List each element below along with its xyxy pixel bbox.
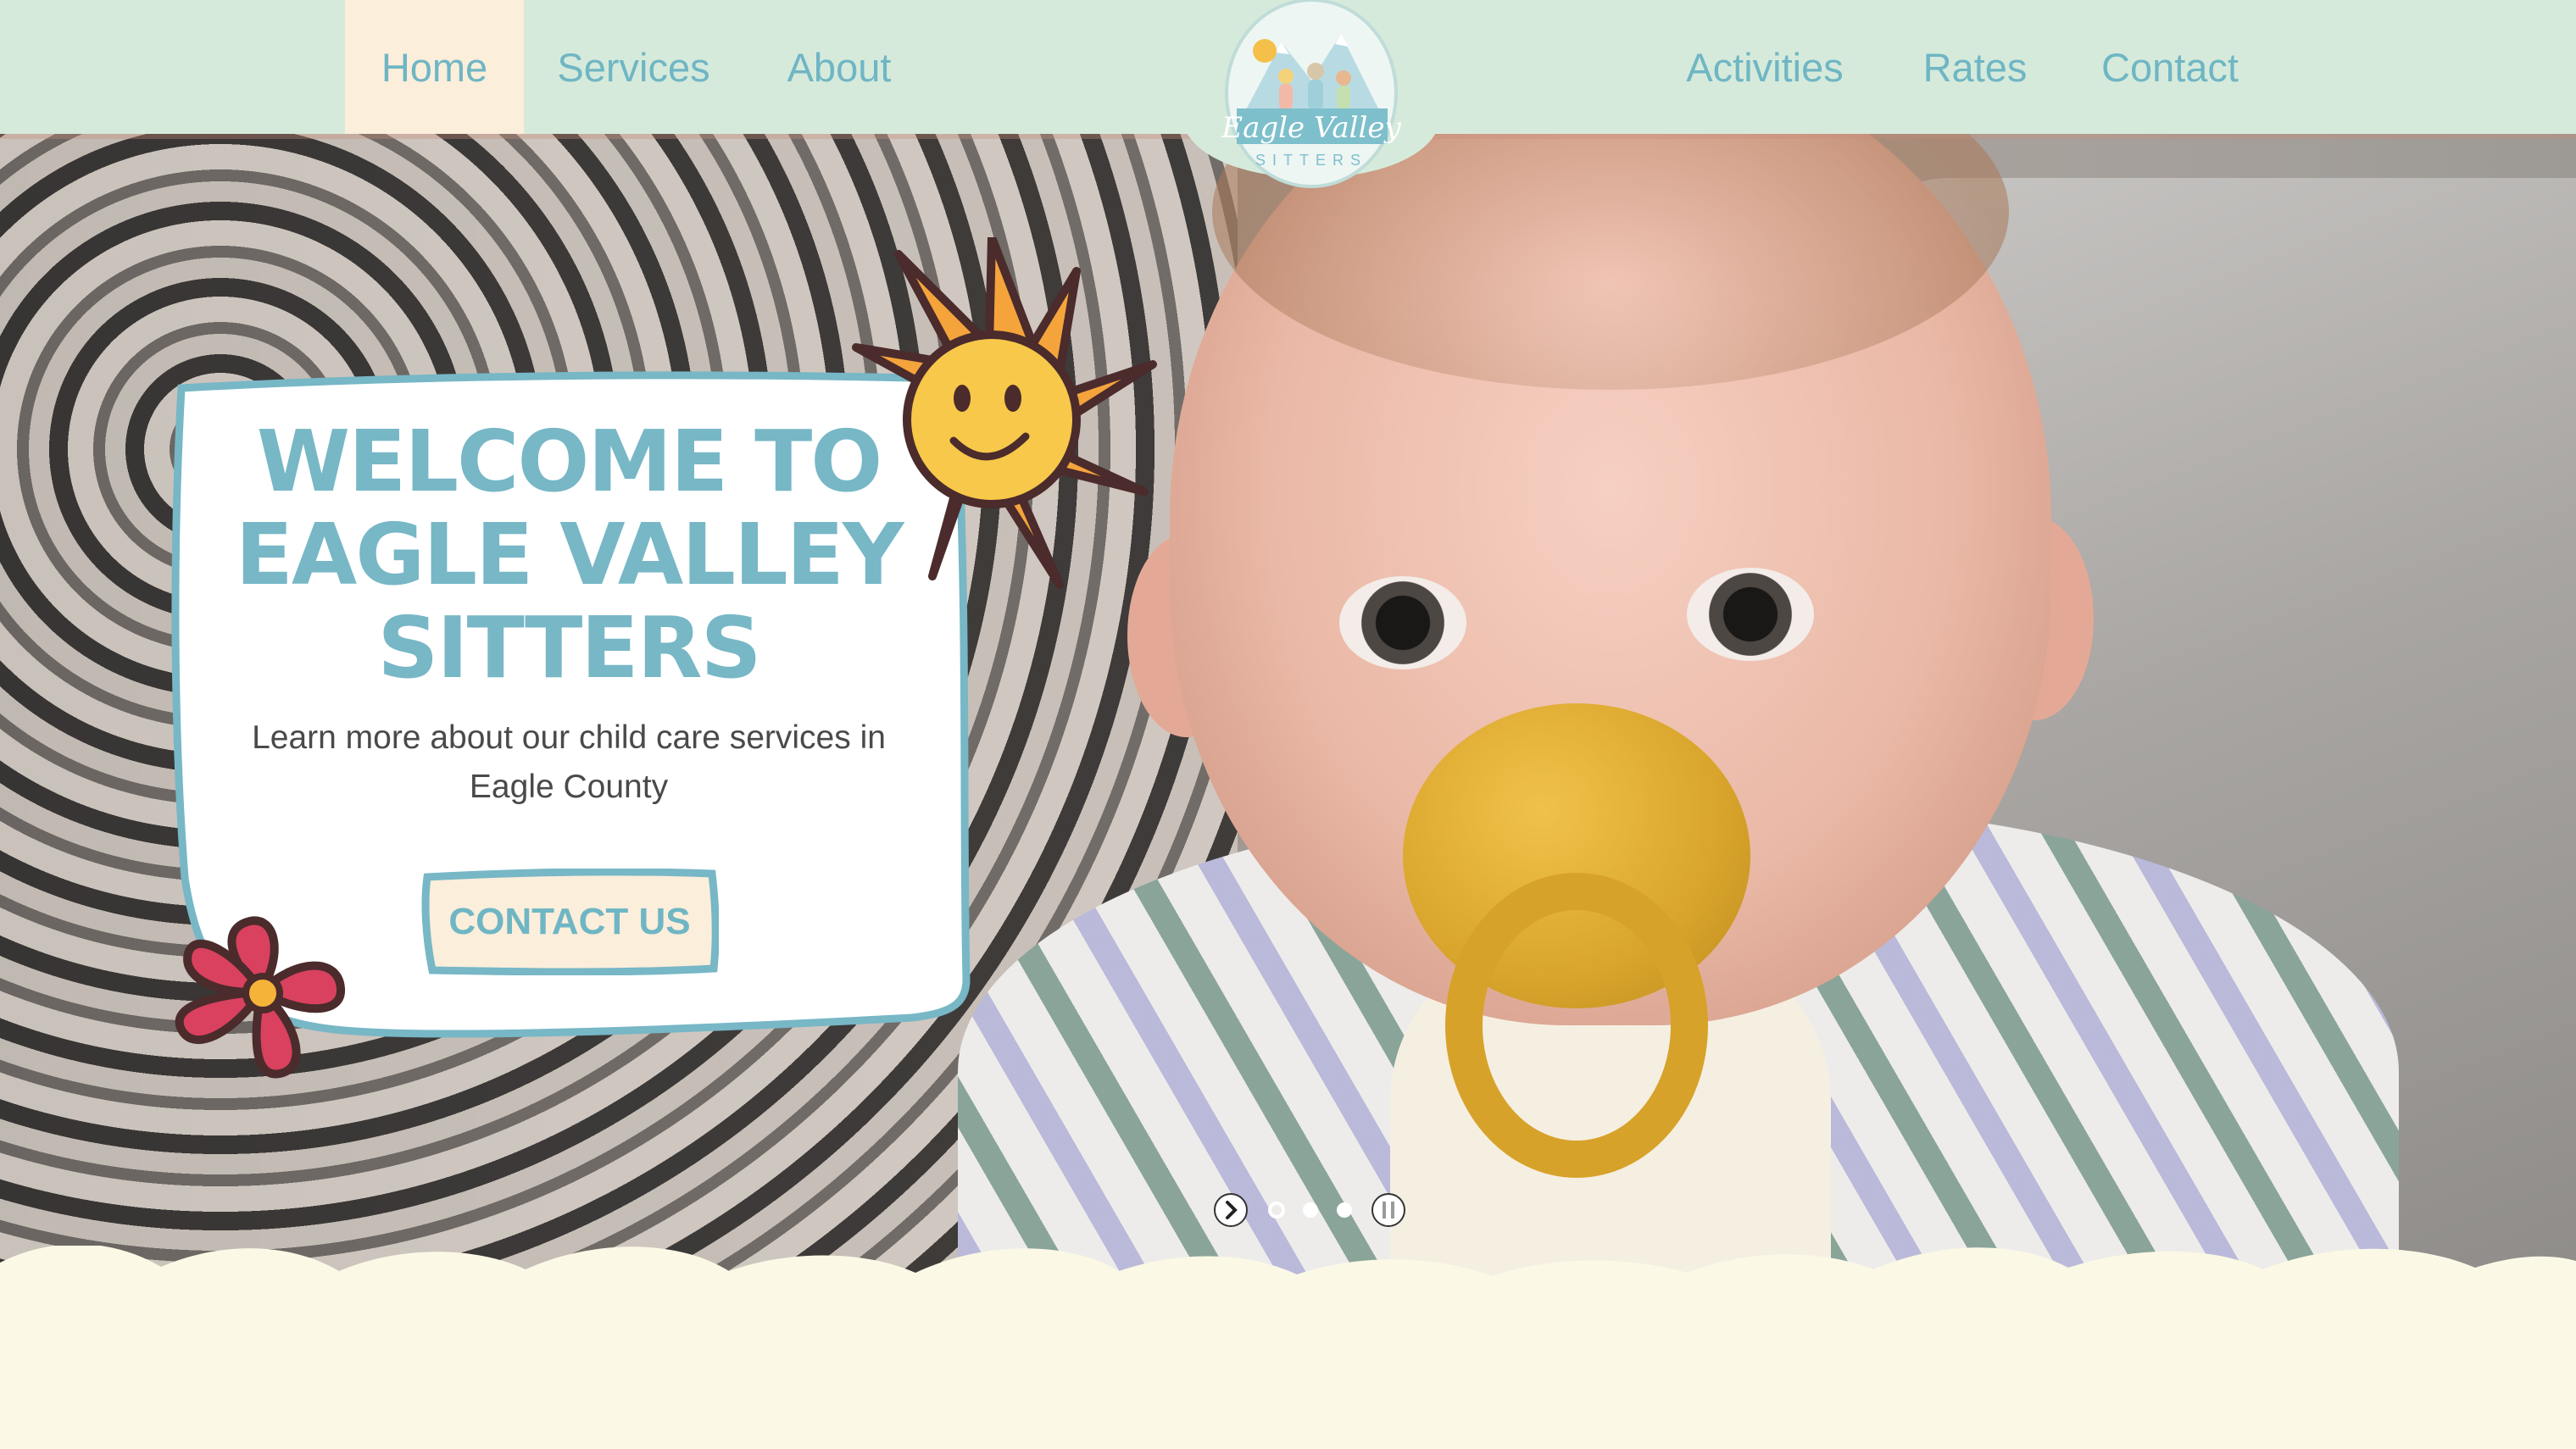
nav-contact[interactable]: Contact: [2081, 0, 2259, 134]
welcome-card-content: WELCOME TO EAGLE VALLEY SITTERS Learn mo…: [192, 415, 946, 812]
logo-script-text: Eagle Valley: [1221, 111, 1401, 145]
hero-title: WELCOME TO EAGLE VALLEY SITTERS: [192, 415, 946, 695]
nav-activities-label: Activities: [1686, 44, 1844, 90]
slide-dot-2[interactable]: [1300, 1200, 1321, 1220]
slide-dot-3[interactable]: [1334, 1200, 1355, 1220]
logo-caps-text: SITTERS: [1255, 152, 1367, 169]
slide-dot-1[interactable]: [1266, 1200, 1287, 1220]
baby-eye-right: [1687, 568, 1814, 661]
nav-home[interactable]: Home: [345, 0, 524, 134]
logo-badge-icon: Eagle Valley SITTERS: [1184, 0, 1438, 188]
pacifier-ring: [1445, 873, 1708, 1178]
hero-title-line-3: SITTERS: [377, 598, 761, 697]
hero-title-line-1: WELCOME TO: [256, 412, 883, 511]
nav-services-label: Services: [557, 44, 710, 90]
nav-contact-label: Contact: [2101, 44, 2239, 90]
contact-us-button[interactable]: CONTACT US: [420, 868, 720, 976]
contact-us-button-label: CONTACT US: [448, 901, 691, 942]
nav-rates-label: Rates: [1922, 44, 2028, 90]
next-arrow-icon[interactable]: [1212, 1191, 1249, 1229]
baby-eye-left: [1339, 576, 1466, 669]
eagle-valley-sitters-logo[interactable]: Eagle Valley SITTERS: [1184, 0, 1438, 188]
page: Home Services About Activities Rates Con…: [0, 0, 2576, 1449]
nav-activities[interactable]: Activities: [1657, 0, 1872, 134]
nav-rates[interactable]: Rates: [1907, 0, 2043, 134]
hero-title-line-2: EAGLE VALLEY: [235, 505, 904, 604]
flower-icon: [175, 916, 345, 1079]
nav-about-label: About: [787, 44, 892, 90]
hero-subtitle: Learn more about our child care services…: [252, 719, 886, 805]
scalloped-cloud-divider: [0, 1246, 2576, 1449]
pause-icon[interactable]: [1370, 1191, 1407, 1229]
nav-home-label: Home: [381, 44, 488, 90]
nav-about[interactable]: About: [763, 0, 915, 134]
nav-services[interactable]: Services: [542, 0, 725, 134]
slider-controls: [1212, 1191, 1416, 1234]
